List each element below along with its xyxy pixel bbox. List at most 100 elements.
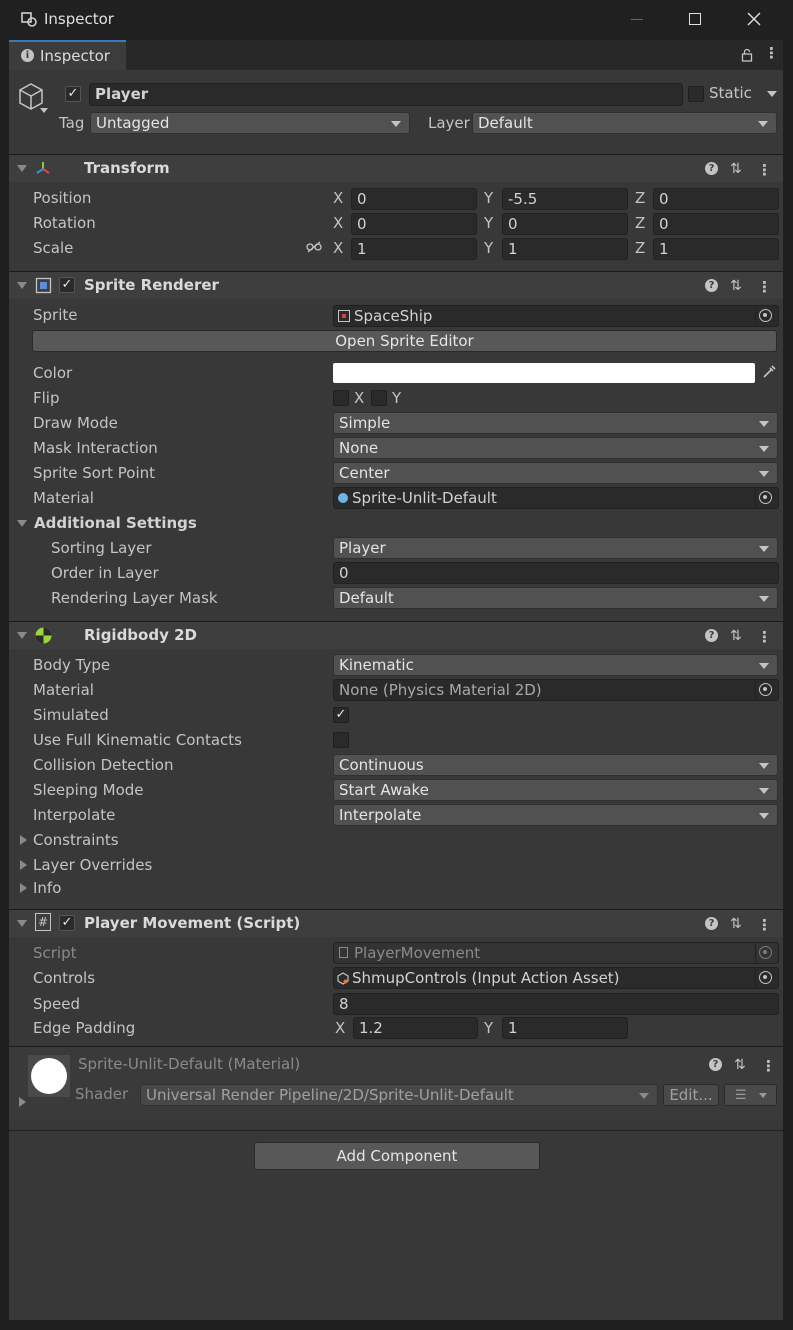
material-foldout-icon[interactable] xyxy=(19,1097,26,1107)
collision-detection-dropdown[interactable]: Continuous xyxy=(333,754,778,776)
layer-dropdown[interactable]: Default xyxy=(472,112,777,134)
input-action-asset-icon xyxy=(337,972,349,985)
sprite-renderer-enabled-checkbox[interactable]: ✓ xyxy=(59,277,75,293)
help-icon[interactable]: ? xyxy=(705,917,718,930)
scale-z-field[interactable]: 1 xyxy=(653,238,779,260)
object-picker-button[interactable] xyxy=(755,306,778,326)
sprite-renderer-header[interactable]: ✓ Sprite Renderer ? ⇅ ⋮ xyxy=(9,271,783,299)
component-menu-icon[interactable]: ⋮ xyxy=(757,278,772,296)
draw-mode-dropdown[interactable]: Simple xyxy=(333,412,778,434)
simulated-checkbox[interactable]: ✓ xyxy=(333,707,349,723)
static-checkbox[interactable] xyxy=(688,86,704,102)
transform-header[interactable]: Transform ? ⇅ ⋮ xyxy=(9,154,783,182)
layer-overrides-label[interactable]: Layer Overrides xyxy=(33,856,152,874)
constraints-label[interactable]: Constraints xyxy=(33,831,119,849)
help-icon[interactable]: ? xyxy=(705,629,718,642)
static-dropdown-arrow[interactable] xyxy=(767,91,777,97)
chevron-down-icon xyxy=(759,663,769,669)
gameobject-name-field[interactable]: Player xyxy=(89,83,683,106)
object-picker-button[interactable] xyxy=(755,680,778,700)
add-component-button[interactable]: Add Component xyxy=(254,1142,540,1170)
position-y-field[interactable]: -5.5 xyxy=(502,188,628,210)
shader-options-button[interactable]: ☰ xyxy=(724,1084,777,1106)
help-icon[interactable]: ? xyxy=(709,1058,722,1071)
edge-padding-x-field[interactable]: 1.2 xyxy=(353,1017,478,1039)
icon-dropdown-arrow[interactable] xyxy=(40,108,48,113)
material-label: Material xyxy=(33,489,94,507)
rigidbody2d-header[interactable]: Rigidbody 2D ? ⇅ ⋮ xyxy=(9,621,783,649)
layer-overrides-foldout-icon[interactable] xyxy=(20,860,27,870)
material-preview-section: Sprite-Unlit-Default (Material) Shader U… xyxy=(9,1046,783,1119)
additional-settings-foldout-icon[interactable] xyxy=(17,520,27,527)
edge-padding-y-field[interactable]: 1 xyxy=(502,1017,628,1039)
rotation-z-field[interactable]: 0 xyxy=(653,213,779,235)
help-icon[interactable]: ? xyxy=(705,279,718,292)
chevron-down-icon xyxy=(759,471,769,477)
eyedropper-icon[interactable] xyxy=(761,364,777,380)
flip-x-checkbox[interactable] xyxy=(333,390,349,406)
chevron-down-icon xyxy=(759,1093,767,1098)
tag-dropdown[interactable]: Untagged xyxy=(90,112,410,134)
object-picker-icon xyxy=(759,491,772,504)
full-kinematic-contacts-checkbox[interactable] xyxy=(333,732,349,748)
player-movement-header[interactable]: # ✓ Player Movement (Script) ? ⇅ ⋮ xyxy=(9,909,783,937)
sleeping-mode-dropdown[interactable]: Start Awake xyxy=(333,779,778,801)
sprite-object-field[interactable]: SpaceShip xyxy=(333,305,779,327)
scale-label: Scale xyxy=(33,239,74,257)
rendering-layer-mask-dropdown[interactable]: Default xyxy=(333,587,778,609)
lock-icon[interactable] xyxy=(741,48,753,62)
chevron-down-icon xyxy=(759,813,769,819)
presets-icon[interactable]: ⇅ xyxy=(734,1057,746,1073)
order-in-layer-field[interactable]: 0 xyxy=(333,562,779,584)
close-button[interactable] xyxy=(725,0,783,38)
component-menu-icon[interactable]: ⋮ xyxy=(757,161,772,179)
constraints-foldout-icon[interactable] xyxy=(20,835,27,845)
position-z-field[interactable]: 0 xyxy=(653,188,779,210)
rendering-layer-mask-label: Rendering Layer Mask xyxy=(51,589,218,607)
shader-dropdown[interactable]: Universal Render Pipeline/2D/Sprite-Unli… xyxy=(140,1084,658,1106)
controls-object-field[interactable]: ShmupControls (Input Action Asset) xyxy=(333,967,779,989)
speed-field[interactable]: 8 xyxy=(333,993,779,1015)
help-icon[interactable]: ? xyxy=(705,162,718,175)
rotation-x-field[interactable]: 0 xyxy=(351,213,477,235)
scale-x-field[interactable]: 1 xyxy=(351,238,477,260)
constrain-proportions-icon[interactable] xyxy=(306,241,322,253)
physics-material-field[interactable]: None (Physics Material 2D) xyxy=(333,679,779,701)
color-swatch[interactable] xyxy=(333,363,755,383)
presets-icon[interactable]: ⇅ xyxy=(730,628,742,644)
open-sprite-editor-button[interactable]: Open Sprite Editor xyxy=(32,330,777,352)
info-foldout-icon[interactable] xyxy=(20,883,27,893)
tab-inspector[interactable]: i Inspector xyxy=(9,40,126,70)
object-picker-button xyxy=(755,943,778,963)
object-picker-button[interactable] xyxy=(755,968,778,988)
info-label[interactable]: Info xyxy=(33,879,61,897)
presets-icon[interactable]: ⇅ xyxy=(730,278,742,294)
component-menu-icon[interactable]: ⋮ xyxy=(761,1057,776,1075)
component-menu-icon[interactable]: ⋮ xyxy=(757,916,772,934)
axis-z-label: Z xyxy=(635,214,646,232)
sorting-layer-dropdown[interactable]: Player xyxy=(333,537,778,559)
scale-y-field[interactable]: 1 xyxy=(502,238,628,260)
sprite-sort-point-dropdown[interactable]: Center xyxy=(333,462,778,484)
active-checkbox[interactable]: ✓ xyxy=(65,86,81,102)
interpolate-dropdown[interactable]: Interpolate xyxy=(333,804,778,826)
transform-title: Transform xyxy=(84,159,170,177)
rotation-y-field[interactable]: 0 xyxy=(502,213,628,235)
sprite-label: Sprite xyxy=(33,306,78,324)
maximize-button[interactable] xyxy=(666,0,724,38)
presets-icon[interactable]: ⇅ xyxy=(730,916,742,932)
position-x-field[interactable]: 0 xyxy=(351,188,477,210)
object-picker-icon xyxy=(759,971,772,984)
presets-icon[interactable]: ⇅ xyxy=(730,161,742,177)
flip-y-checkbox[interactable] xyxy=(371,390,387,406)
shader-edit-button[interactable]: Edit... xyxy=(663,1084,719,1106)
minimize-button[interactable] xyxy=(608,0,666,38)
material-object-field[interactable]: Sprite-Unlit-Default xyxy=(333,487,779,509)
object-picker-button[interactable] xyxy=(755,488,778,508)
component-menu-icon[interactable]: ⋮ xyxy=(757,628,772,646)
additional-settings-label[interactable]: Additional Settings xyxy=(34,514,197,532)
body-type-dropdown[interactable]: Kinematic xyxy=(333,654,778,676)
mask-interaction-dropdown[interactable]: None xyxy=(333,437,778,459)
player-movement-enabled-checkbox[interactable]: ✓ xyxy=(59,915,75,931)
tab-menu-icon[interactable]: ⋮ xyxy=(764,44,779,62)
